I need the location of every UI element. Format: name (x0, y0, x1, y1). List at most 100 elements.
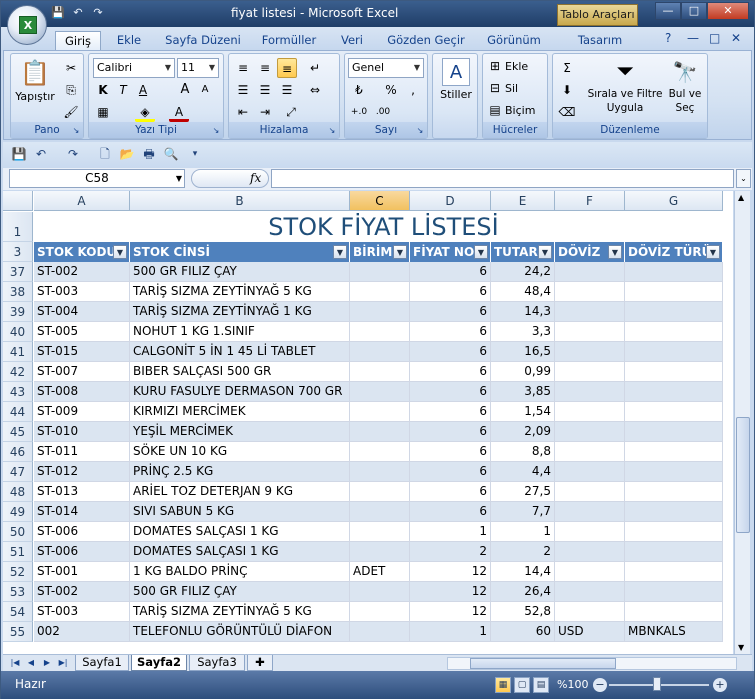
first-sheet-icon[interactable]: |◀ (9, 657, 21, 669)
cell-tutar[interactable]: 4,4 (491, 462, 555, 482)
table-header-tutar[interactable]: TUTAR ▼ (491, 242, 555, 262)
cell-tutar[interactable]: 0,99 (491, 362, 555, 382)
row-header[interactable]: 51 (3, 542, 33, 562)
cell-doviz[interactable] (555, 582, 625, 602)
row-header[interactable]: 1 (3, 212, 33, 242)
cell-birim[interactable] (350, 342, 410, 362)
cell-doviz[interactable] (555, 382, 625, 402)
cell-doviz[interactable] (555, 282, 625, 302)
row-header[interactable]: 50 (3, 522, 33, 542)
cell-stok-kodu[interactable]: ST-009 (34, 402, 130, 422)
sheet-tab-sayfa3[interactable]: Sayfa3 (189, 655, 245, 671)
column-header-b[interactable]: B (130, 191, 350, 211)
bold-button[interactable]: K (93, 80, 113, 100)
filter-dropdown-icon[interactable]: ▼ (538, 245, 552, 259)
cell-tutar[interactable]: 26,4 (491, 582, 555, 602)
page-break-icon[interactable]: ▤ (533, 677, 549, 693)
prev-sheet-icon[interactable]: ◀ (25, 657, 37, 669)
row-header[interactable]: 53 (3, 582, 33, 602)
font-color-icon[interactable]: A (169, 102, 189, 122)
page-layout-icon[interactable]: ▢ (514, 677, 530, 693)
cell-stok-cinsi[interactable]: ARİEL TOZ DETERJAN 9 KG (130, 482, 350, 502)
cell-doviz-turu[interactable] (625, 422, 723, 442)
cell-birim[interactable] (350, 442, 410, 462)
new-icon[interactable]: 🗋 (97, 146, 113, 162)
increase-decimal-icon[interactable]: +.0 (349, 102, 369, 122)
cell-stok-kodu[interactable]: ST-010 (34, 422, 130, 442)
redo-icon[interactable]: ↷ (65, 146, 81, 162)
cell-fiyat-no[interactable]: 1 (410, 622, 491, 642)
cell-fiyat-no[interactable]: 12 (410, 582, 491, 602)
expand-formula-icon[interactable]: ⌄ (736, 169, 751, 188)
cell-doviz[interactable] (555, 362, 625, 382)
formula-input[interactable] (271, 169, 734, 188)
find-select-button[interactable]: 🔭 Bul ve Seç (665, 58, 705, 114)
copy-icon[interactable]: ⎘ (61, 80, 81, 100)
cell-stok-kodu[interactable]: ST-003 (34, 602, 130, 622)
cell-stok-kodu[interactable]: ST-011 (34, 442, 130, 462)
cell-stok-kodu[interactable]: ST-004 (34, 302, 130, 322)
cell-doviz[interactable] (555, 422, 625, 442)
cell-stok-kodu[interactable]: ST-008 (34, 382, 130, 402)
sheet-tab-sayfa1[interactable]: Sayfa1 (75, 655, 129, 671)
zoom-slider-thumb[interactable] (653, 677, 661, 691)
insert-sheet-icon[interactable]: ✚ (247, 655, 273, 671)
cell-birim[interactable] (350, 522, 410, 542)
cell-doviz-turu[interactable] (625, 282, 723, 302)
row-header[interactable]: 46 (3, 442, 33, 462)
cell-doviz[interactable] (555, 342, 625, 362)
cell-tutar[interactable]: 1 (491, 522, 555, 542)
open-icon[interactable]: 📂 (119, 146, 135, 162)
filter-dropdown-icon[interactable]: ▼ (393, 245, 407, 259)
shrink-font-button[interactable]: A (195, 80, 215, 100)
cell-tutar[interactable]: 1,54 (491, 402, 555, 422)
cell-doviz[interactable] (555, 522, 625, 542)
cell-birim[interactable] (350, 302, 410, 322)
underline-button[interactable]: A (133, 80, 153, 100)
sheet-title[interactable]: STOK FİYAT LİSTESİ (34, 212, 733, 242)
dialog-launcher-icon[interactable]: ↘ (327, 126, 337, 136)
cell-birim[interactable] (350, 582, 410, 602)
cut-icon[interactable]: ✂ (61, 58, 81, 78)
cell-stok-kodu[interactable]: ST-006 (34, 542, 130, 562)
maximize-button[interactable]: □ (681, 2, 707, 20)
dialog-launcher-icon[interactable]: ↘ (415, 126, 425, 136)
cell-stok-kodu[interactable]: ST-014 (34, 502, 130, 522)
horizontal-scroll-thumb[interactable] (470, 658, 616, 669)
number-format-combo[interactable]: Genel ▼ (348, 58, 424, 78)
cell-tutar[interactable]: 16,5 (491, 342, 555, 362)
column-header-e[interactable]: E (491, 191, 555, 211)
cell-doviz[interactable] (555, 602, 625, 622)
format-painter-icon[interactable]: 🖌 (61, 102, 81, 122)
close-button[interactable]: ✕ (707, 2, 749, 20)
cell-stok-cinsi[interactable]: TARİŞ SIZMA ZEYTİNYAĞ 5 KG (130, 602, 350, 622)
vertical-scrollbar[interactable]: ▲ ▼ (734, 191, 750, 654)
cell-birim[interactable] (350, 602, 410, 622)
cell-doviz-turu[interactable] (625, 522, 723, 542)
cell-stok-cinsi[interactable]: 1 KG BALDO PRİNÇ (130, 562, 350, 582)
cell-doviz[interactable] (555, 402, 625, 422)
tab-gozden-gecir[interactable]: Gözden Geçir (383, 31, 469, 51)
table-header-doviz[interactable]: DÖVİZ ▼ (555, 242, 625, 262)
cell-doviz[interactable]: USD (555, 622, 625, 642)
tab-giris[interactable]: Giriş (55, 31, 101, 51)
filter-dropdown-icon[interactable]: ▼ (474, 245, 488, 259)
cell-fiyat-no[interactable]: 6 (410, 342, 491, 362)
cell-tutar[interactable]: 7,7 (491, 502, 555, 522)
row-header[interactable]: 47 (3, 462, 33, 482)
cell-birim[interactable] (350, 262, 410, 282)
cell-tutar[interactable]: 2 (491, 542, 555, 562)
cell-stok-cinsi[interactable]: TELEFONLU GÖRÜNTÜLÜ DİAFON (130, 622, 350, 642)
cell-doviz-turu[interactable] (625, 382, 723, 402)
dialog-launcher-icon[interactable]: ↘ (211, 126, 221, 136)
align-left-icon[interactable]: ☰ (233, 80, 253, 100)
font-size-combo[interactable]: 11 ▼ (177, 58, 219, 78)
cell-fiyat-no[interactable]: 6 (410, 302, 491, 322)
cell-birim[interactable] (350, 382, 410, 402)
cell-stok-kodu[interactable]: ST-005 (34, 322, 130, 342)
cell-fiyat-no[interactable]: 6 (410, 382, 491, 402)
cell-doviz-turu[interactable] (625, 542, 723, 562)
autosum-icon[interactable]: Σ (557, 58, 577, 78)
cell-stok-kodu[interactable]: ST-013 (34, 482, 130, 502)
cell-stok-cinsi[interactable]: BIBER SALÇASI 500 GR (130, 362, 350, 382)
